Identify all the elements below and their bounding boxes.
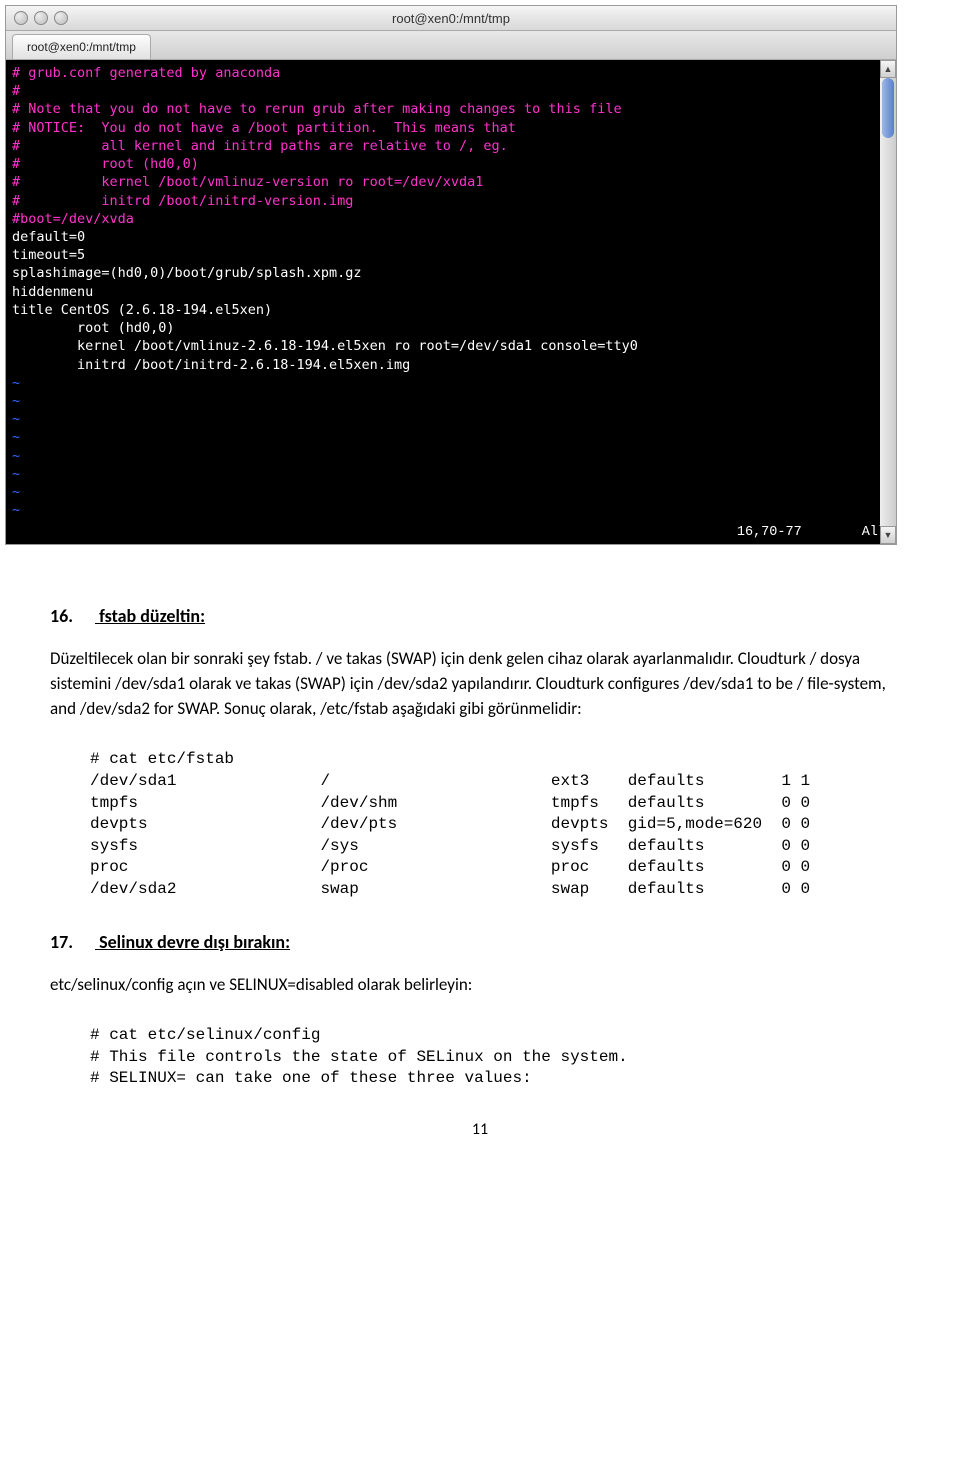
terminal-line: root (hd0,0) [12, 320, 175, 336]
terminal-line: timeout=5 [12, 247, 85, 263]
scroll-down-icon[interactable]: ▼ [880, 526, 896, 544]
terminal-line: ~ [12, 393, 20, 409]
terminal-line: # initrd /boot/initrd-version.img [12, 193, 353, 209]
terminal-line: default=0 [12, 229, 85, 245]
terminal-line: ~ [12, 448, 20, 464]
section-number: 16. [50, 605, 95, 627]
section-title: fstab düzeltin: [99, 605, 205, 627]
terminal-line: # kernel /boot/vmlinuz-version ro root=/… [12, 174, 483, 190]
terminal-line: splashimage=(hd0,0)/boot/grub/splash.xpm… [12, 265, 362, 281]
page-number: 11 [50, 1120, 910, 1139]
window-titlebar[interactable]: root@xen0:/mnt/tmp [6, 6, 896, 31]
selinux-code-block: # cat etc/selinux/config # This file con… [90, 1025, 910, 1090]
terminal-line: # root (hd0,0) [12, 156, 199, 172]
scrollbar[interactable]: ▲ ▼ [880, 60, 896, 544]
section-number: 17. [50, 931, 95, 953]
terminal-line: # Note that you do not have to rerun gru… [12, 101, 622, 117]
scroll-up-icon[interactable]: ▲ [880, 60, 896, 78]
fstab-code-block: # cat etc/fstab /dev/sda1 / ext3 default… [90, 749, 910, 900]
terminal-tab[interactable]: root@xen0:/mnt/tmp [12, 34, 151, 59]
terminal-line: ~ [12, 502, 20, 518]
terminal-line: # NOTICE: You do not have a /boot partit… [12, 120, 516, 136]
terminal-line: ~ [12, 466, 20, 482]
terminal-line: title CentOS (2.6.18-194.el5xen) [12, 302, 272, 318]
cursor-position: 16,70-77 [737, 525, 802, 540]
vim-status-bar: 16,70-77 All [6, 523, 896, 544]
tab-bar: root@xen0:/mnt/tmp [6, 31, 896, 60]
section-16-paragraph: Düzeltilecek olan bir sonraki şey fstab.… [50, 647, 910, 721]
section-title: Selinux devre dışı bırakın: [99, 931, 290, 953]
section-17-paragraph: etc/selinux/config açın ve SELINUX=disab… [50, 973, 910, 998]
section-17-heading: 17. Selinux devre dışı bırakın: [50, 931, 910, 953]
terminal-line: initrd /boot/initrd-2.6.18-194.el5xen.im… [12, 357, 410, 373]
document-body: 16. fstab düzeltin: Düzeltilecek olan bi… [0, 565, 960, 1169]
scroll-thumb[interactable] [882, 78, 894, 138]
terminal-content[interactable]: # grub.conf generated by anaconda # # No… [6, 60, 896, 523]
terminal-line: ~ [12, 484, 20, 500]
terminal-line: hiddenmenu [12, 284, 93, 300]
terminal-window: root@xen0:/mnt/tmp root@xen0:/mnt/tmp # … [5, 5, 897, 545]
terminal-line: ~ [12, 411, 20, 427]
terminal-line: # all kernel and initrd paths are relati… [12, 138, 508, 154]
terminal-line: ~ [12, 375, 20, 391]
terminal-line: ~ [12, 429, 20, 445]
terminal-line: # [12, 83, 20, 99]
terminal-line: kernel /boot/vmlinuz-2.6.18-194.el5xen r… [12, 338, 638, 354]
section-16-heading: 16. fstab düzeltin: [50, 605, 910, 627]
terminal-line: #boot=/dev/xvda [12, 211, 134, 227]
terminal-line: # grub.conf generated by anaconda [12, 65, 280, 81]
window-title: root@xen0:/mnt/tmp [6, 11, 896, 26]
